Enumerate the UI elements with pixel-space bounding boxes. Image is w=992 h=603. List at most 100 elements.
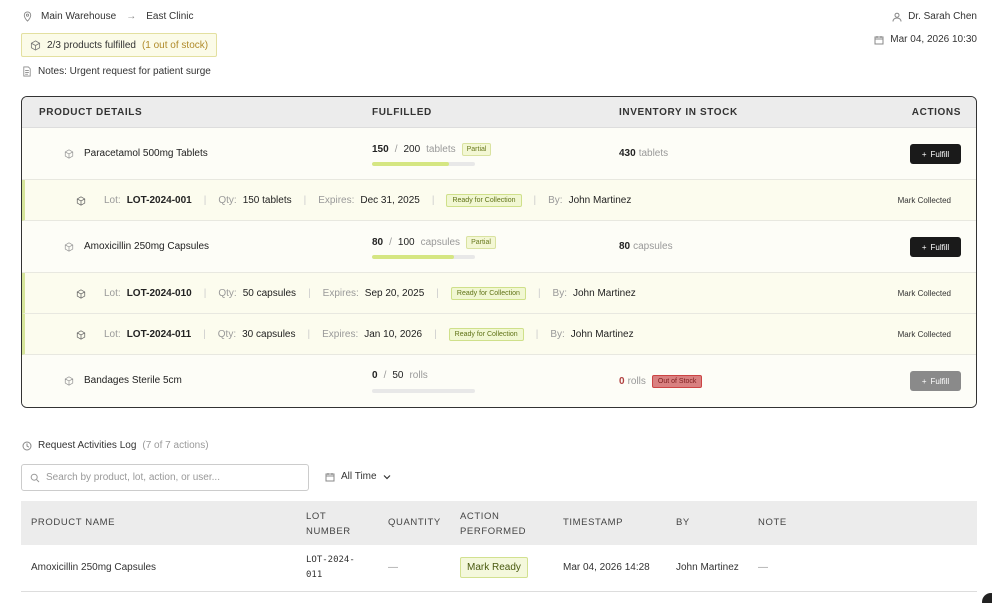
mark-collected-button[interactable]: Mark Collected: [898, 289, 951, 298]
stock-qty: 430: [619, 148, 636, 159]
col-lot-number: LOT NUMBER: [306, 511, 351, 537]
fulfillment-progress: [372, 162, 475, 166]
unit: capsules: [420, 237, 461, 248]
row-lot: LOT-2024-011: [306, 555, 355, 580]
notes: Notes: Urgent request for patient surge: [22, 66, 211, 77]
plus-icon: +: [921, 242, 927, 252]
calendar-icon: [874, 35, 884, 45]
search-icon: [30, 473, 40, 483]
request-datetime: Mar 04, 2026 10:30: [890, 34, 977, 45]
activities-title: Request Activities Log: [38, 440, 137, 451]
col-product-details: PRODUCT DETAILS: [39, 107, 143, 118]
time-filter-label: All Time: [341, 471, 377, 482]
status-badge: Ready for Collection: [450, 287, 526, 300]
requested-qty: 200: [403, 144, 421, 155]
lot-expiry: Sep 20, 2025: [364, 288, 425, 299]
products-table: PRODUCT DETAILS FULFILLED INVENTORY IN S…: [21, 96, 977, 408]
lot-expiry: Jan 10, 2026: [364, 329, 423, 340]
status-badge: Ready for Collection: [446, 194, 522, 207]
calendar-icon: [325, 472, 335, 482]
product-name: Paracetamol 500mg Tablets: [84, 148, 208, 159]
lot-qty: 150 tablets: [242, 195, 292, 206]
history-icon: [22, 441, 32, 451]
package-icon: [64, 375, 74, 386]
product-row: Amoxicillin 250mg Capsules 80 / 100 caps…: [22, 221, 976, 273]
row-by: John Martinez: [676, 562, 739, 573]
col-actions: ACTIONS: [911, 107, 961, 118]
row-product: Amoxicillin 250mg Capsules: [31, 562, 157, 573]
activities-header: Request Activities Log (7 of 7 actions): [22, 440, 209, 451]
col-inventory: INVENTORY IN STOCK: [619, 107, 738, 118]
stock-unit: tablets: [638, 148, 669, 159]
lot-row: Lot: LOT-2024-010 | Qty: 50 capsules | E…: [22, 273, 976, 314]
lot-number: LOT-2024-001: [126, 195, 192, 206]
lot-by: John Martinez: [573, 288, 636, 299]
package-icon: [64, 148, 74, 159]
lot-expiry: Dec 31, 2025: [360, 195, 420, 206]
activity-search-input[interactable]: Search by product, lot, action, or user.…: [21, 464, 309, 491]
arrow-right-icon: →: [126, 11, 137, 22]
stock-unit: rolls: [627, 376, 646, 387]
fulfilled-qty: 150: [372, 144, 389, 155]
table-row: Amoxicillin 250mg Capsules LOT-2024-011 …: [21, 545, 977, 592]
row-quantity: —: [388, 562, 398, 573]
notes-text: Notes: Urgent request for patient surge: [38, 66, 211, 77]
col-timestamp: TIMESTAMP: [563, 517, 624, 528]
floating-action-button[interactable]: [982, 593, 992, 603]
col-note: NOTE: [758, 517, 787, 528]
stock-unit: capsules: [633, 241, 673, 252]
time-filter-dropdown[interactable]: All Time: [325, 471, 391, 482]
package-icon: [76, 195, 86, 206]
activities-table-header: PRODUCT NAME LOT NUMBER QUANTITY ACTION …: [21, 501, 977, 545]
lot-by: John Martinez: [568, 195, 632, 206]
fulfill-button[interactable]: + Fulfill: [910, 144, 961, 164]
products-table-header: PRODUCT DETAILS FULFILLED INVENTORY IN S…: [22, 97, 976, 128]
mark-collected-button[interactable]: Mark Collected: [898, 330, 951, 339]
destination-location: East Clinic: [146, 11, 194, 22]
lot-qty: 50 capsules: [242, 288, 297, 299]
unit: tablets: [426, 144, 456, 155]
product-name: Amoxicillin 250mg Capsules: [84, 241, 210, 252]
stock-qty: 0: [619, 376, 625, 387]
fulfilled-qty: 0: [372, 370, 378, 381]
file-icon: [22, 66, 32, 77]
fulfillment-progress: [372, 255, 475, 259]
mark-collected-button[interactable]: Mark Collected: [898, 196, 951, 205]
lot-qty: 30 capsules: [242, 329, 296, 340]
product-row: Paracetamol 500mg Tablets 150 / 200 tabl…: [22, 128, 976, 180]
out-of-stock-badge: Out of Stock: [651, 375, 703, 388]
lot-number: LOT-2024-011: [126, 329, 192, 340]
package-icon: [76, 329, 86, 340]
plus-icon: +: [921, 376, 927, 386]
product-name: Bandages Sterile 5cm: [84, 375, 182, 386]
status-badge: Ready for Collection: [448, 328, 524, 341]
lot-number: LOT-2024-010: [126, 288, 192, 299]
col-fulfilled: FULFILLED: [372, 107, 432, 118]
lot-row: Lot: LOT-2024-011 | Qty: 30 capsules | E…: [22, 314, 976, 355]
user-name: Dr. Sarah Chen: [908, 11, 977, 22]
col-product-name: PRODUCT NAME: [31, 517, 116, 528]
unit: rolls: [409, 370, 428, 381]
request-date: Mar 04, 2026 10:30: [874, 34, 977, 45]
fulfillment-progress: [372, 389, 475, 393]
fulfilled-summary-text: 2/3 products fulfilled: [47, 39, 136, 51]
chevron-down-icon: [383, 474, 391, 480]
activities-count: (7 of 7 actions): [142, 440, 209, 451]
map-pin-icon: [22, 11, 33, 22]
package-icon: [76, 288, 86, 299]
fulfilled-summary-badge: 2/3 products fulfilled (1 out of stock): [21, 33, 218, 57]
plus-icon: +: [921, 149, 927, 159]
row-action-badge: Mark Ready: [460, 557, 528, 578]
fulfill-button[interactable]: + Fulfill: [910, 371, 961, 391]
col-quantity: QUANTITY: [388, 517, 441, 528]
status-badge: Partial: [466, 236, 496, 249]
out-of-stock-count: (1 out of stock): [141, 39, 209, 51]
activities-table: PRODUCT NAME LOT NUMBER QUANTITY ACTION …: [21, 501, 977, 592]
row-timestamp: Mar 04, 2026 14:28: [563, 562, 650, 573]
fulfill-button[interactable]: + Fulfill: [910, 237, 961, 257]
col-by: BY: [676, 517, 690, 528]
user-icon: [892, 12, 902, 22]
status-badge: Partial: [461, 143, 492, 156]
search-placeholder: Search by product, lot, action, or user.…: [46, 472, 220, 483]
fulfilled-qty: 80: [372, 237, 384, 248]
